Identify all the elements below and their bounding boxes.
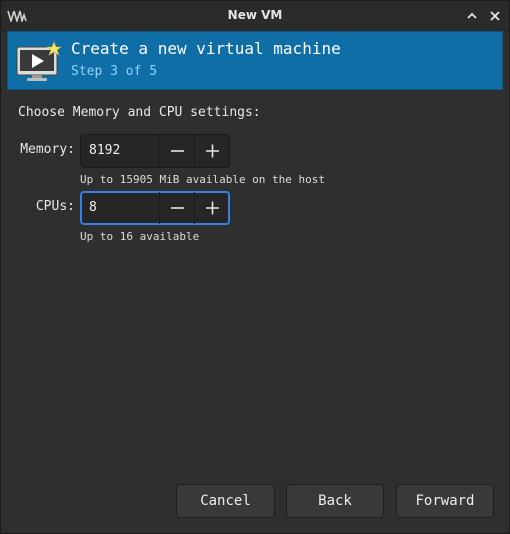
title-bar: New VM [1, 1, 509, 32]
memory-spinner [80, 134, 230, 168]
new-vm-dialog: New VM Create a new virtual machine Step… [0, 0, 510, 534]
minimize-button[interactable] [463, 7, 481, 25]
step-indicator: Step 3 of 5 [71, 64, 158, 79]
memory-label: Memory: [20, 142, 75, 157]
cpus-decrement-button[interactable] [159, 192, 195, 224]
close-button[interactable] [486, 7, 504, 25]
memory-input[interactable] [81, 135, 159, 167]
minus-icon [171, 207, 184, 209]
monitor-play-icon [16, 41, 62, 81]
forward-button[interactable]: Forward [396, 484, 494, 518]
header-banner: Create a new virtual machine Step 3 of 5 [7, 31, 503, 90]
memory-hint: Up to 15905 MiB available on the host [80, 173, 326, 186]
back-button[interactable]: Back [286, 484, 384, 518]
plus-icon [206, 201, 219, 215]
cpus-increment-button[interactable] [194, 192, 230, 224]
memory-decrement-button[interactable] [159, 135, 195, 167]
section-heading: Choose Memory and CPU settings: [18, 105, 261, 120]
cpus-hint: Up to 16 available [80, 230, 200, 243]
cancel-button[interactable]: Cancel [176, 484, 275, 518]
cpus-input[interactable] [81, 192, 159, 224]
window-title: New VM [227, 8, 283, 22]
cpus-label: CPUs: [35, 199, 75, 214]
chevron-up-icon [467, 12, 477, 19]
banner-title: Create a new virtual machine [71, 39, 341, 58]
cpus-spinner [80, 191, 230, 225]
close-icon [490, 11, 500, 21]
plus-icon [206, 144, 219, 158]
memory-increment-button[interactable] [194, 135, 230, 167]
minus-icon [171, 150, 184, 152]
